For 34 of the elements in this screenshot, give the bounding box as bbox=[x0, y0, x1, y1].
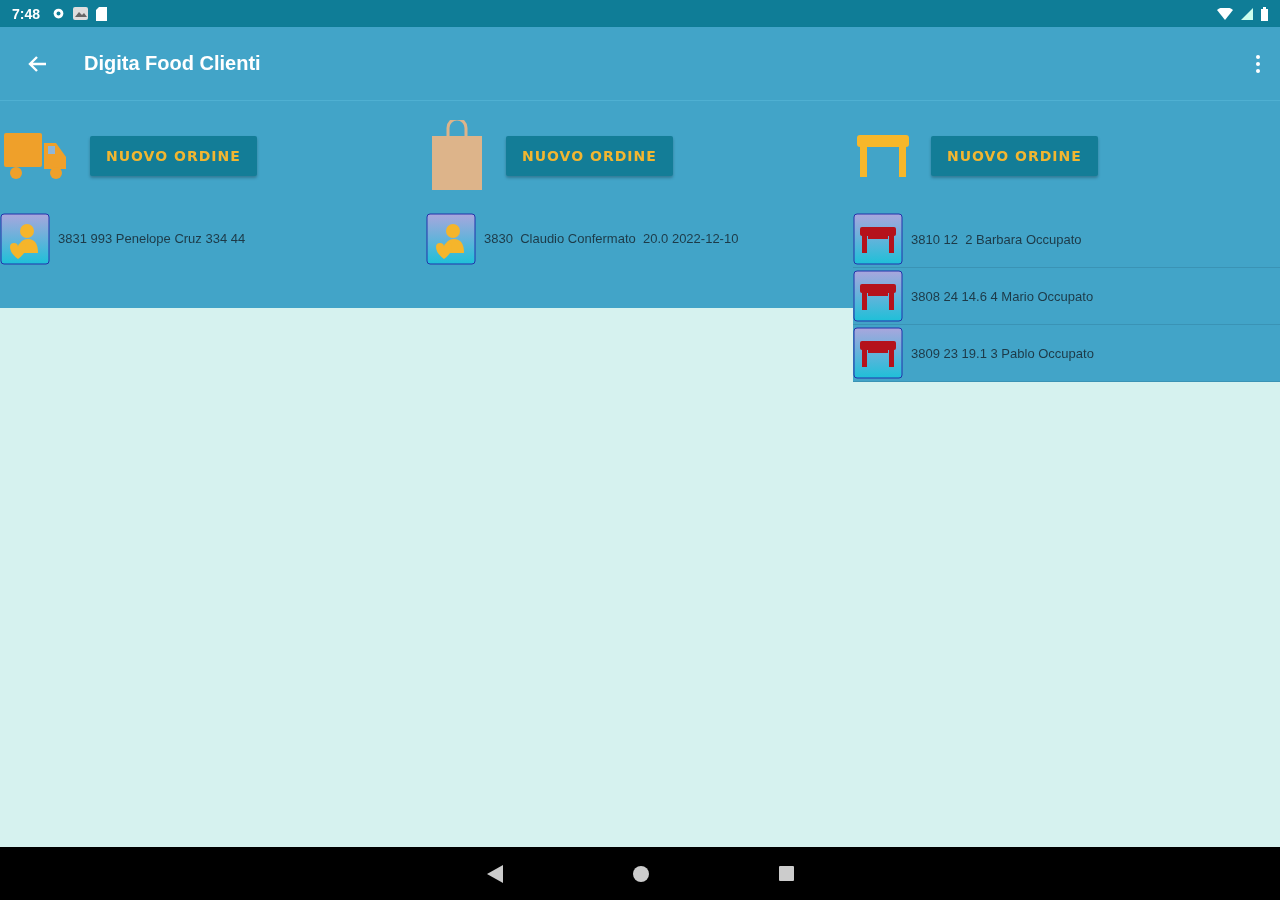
new-order-button[interactable]: NUOVO ORDINE bbox=[90, 136, 257, 176]
person-icon bbox=[426, 212, 476, 265]
gear-icon bbox=[52, 7, 66, 20]
table-icon bbox=[857, 133, 909, 179]
order-text: 3810 12 2 Barbara Occupato bbox=[911, 231, 1082, 247]
battery-icon bbox=[1261, 6, 1268, 21]
order-text: 3809 23 19.1 3 Pablo Occupato bbox=[911, 345, 1094, 361]
order-item[interactable]: 3810 12 2 Barbara Occupato bbox=[853, 211, 1280, 268]
new-order-button[interactable]: NUOVO ORDINE bbox=[931, 136, 1098, 176]
table-icon bbox=[853, 270, 903, 322]
back-nav-icon[interactable] bbox=[486, 864, 503, 883]
table-icon bbox=[853, 213, 903, 265]
recents-nav-icon[interactable] bbox=[778, 866, 794, 881]
back-arrow-icon bbox=[28, 54, 48, 73]
order-item[interactable]: 3808 24 14.6 4 Mario Occupato bbox=[853, 268, 1280, 325]
image-icon bbox=[73, 7, 89, 20]
order-item[interactable]: 3830 Claudio Confermato 20.0 2022-12-10 bbox=[426, 211, 853, 266]
signal-icon bbox=[1241, 7, 1253, 20]
order-text: 3830 Claudio Confermato 20.0 2022-12-10 bbox=[484, 231, 739, 246]
app-title: Digita Food Clienti bbox=[84, 52, 261, 75]
sd-card-icon bbox=[96, 6, 108, 21]
home-nav-icon[interactable] bbox=[632, 865, 649, 882]
order-text: 3831 993 Penelope Cruz 334 44 bbox=[58, 231, 246, 246]
wifi-icon bbox=[1217, 7, 1233, 20]
table-icon bbox=[853, 327, 903, 379]
bag-icon bbox=[430, 120, 484, 192]
truck-icon bbox=[4, 131, 68, 181]
order-item[interactable]: 3809 23 19.1 3 Pablo Occupato bbox=[853, 325, 1280, 382]
person-icon bbox=[0, 212, 50, 265]
more-vertical-icon bbox=[1256, 54, 1260, 73]
order-text: 3808 24 14.6 4 Mario Occupato bbox=[911, 288, 1094, 304]
order-item[interactable]: 3831 993 Penelope Cruz 334 44 bbox=[0, 211, 426, 266]
new-order-button[interactable]: NUOVO ORDINE bbox=[506, 136, 673, 176]
status-time: 7:48 bbox=[12, 5, 41, 22]
